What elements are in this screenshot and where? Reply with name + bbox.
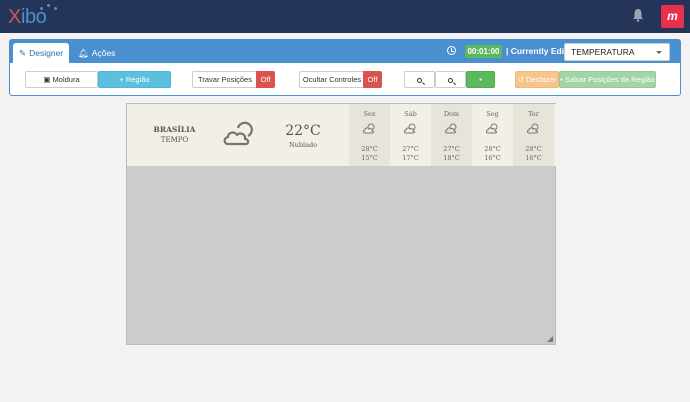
forecast-day-name: Dom	[443, 110, 460, 118]
weather-subtitle: TEMPO	[160, 136, 189, 144]
forecast-day-name: Ter	[528, 110, 539, 118]
tab-acoes-label: Ações	[91, 48, 116, 58]
forecast-day-name: Seg	[486, 110, 499, 118]
chevron-down-icon	[656, 51, 662, 54]
forecast-high: 28°C	[484, 145, 501, 153]
add-region-button[interactable]: + Região	[98, 71, 171, 88]
hide-controls-toggle[interactable]: Off	[363, 71, 382, 88]
designer-panel: ✎ Designer 🔔︎ Ações 00:01:00 | Currently E…	[9, 39, 681, 96]
notification-bell-icon[interactable]	[632, 8, 644, 22]
forecast-high: 28°C	[361, 145, 378, 153]
resize-handle-icon[interactable]	[547, 336, 553, 342]
partly-cloudy-icon	[404, 123, 416, 134]
clock-icon	[447, 46, 456, 55]
moldura-button[interactable]: ▣ Moldura	[25, 71, 98, 88]
forecast-high: 28°C	[525, 145, 542, 153]
zoom-out-icon	[448, 77, 453, 83]
forecast-day: Ter 28°C 16°C	[513, 104, 554, 166]
lock-positions-button[interactable]: Travar Posições	[192, 71, 257, 88]
forecast-low: 16°C	[525, 154, 542, 162]
partly-cloudy-icon	[486, 123, 498, 134]
zoom-out-button[interactable]	[435, 71, 466, 88]
forecast-day: Sáb 27°C 17°C	[390, 104, 431, 166]
save-region-positions-button[interactable]: ▪ Salvar Posições da Região	[559, 71, 656, 88]
forecast-low: 15°C	[361, 154, 378, 162]
layout-select-value: TEMPERATURA	[571, 47, 635, 57]
undo-button[interactable]: ↺ Desfazer	[515, 71, 559, 88]
edit-icon: ✎	[19, 48, 27, 58]
undo-label: Desfazer	[526, 75, 557, 84]
forecast-day: Sex 28°C 15°C	[349, 104, 390, 166]
current-temperature: 22°C	[285, 123, 321, 139]
hide-controls-button[interactable]: Ocultar Controles	[299, 71, 364, 88]
forecast-high: 27°C	[402, 145, 419, 153]
moldura-label: Moldura	[52, 75, 80, 84]
partly-cloudy-icon	[527, 123, 539, 134]
layout-preview[interactable]: BRASÍLIA TEMPO 22°C Nublado Sex 28°C 15°…	[126, 103, 557, 345]
save-region-label: Salvar Posições da Região	[564, 75, 655, 84]
undo-icon: ↺	[517, 75, 527, 84]
bell-icon: 🔔︎	[78, 48, 89, 58]
avatar-letter: m	[667, 9, 678, 23]
tab-designer-label: Designer	[29, 48, 64, 58]
forecast-day-name: Sáb	[404, 110, 417, 118]
forecast-low: 16°C	[484, 154, 501, 162]
user-avatar[interactable]: m	[661, 5, 684, 28]
zoom-in-button[interactable]	[404, 71, 435, 88]
partly-cloudy-icon	[445, 123, 457, 134]
forecast-low: 17°C	[402, 154, 419, 162]
forecast-low: 18°C	[443, 154, 460, 162]
logo-dots-icon	[38, 4, 60, 12]
current-condition: Nublado	[288, 141, 318, 149]
weather-region[interactable]: BRASÍLIA TEMPO 22°C Nublado Sex 28°C 15°…	[127, 104, 557, 166]
city-name: BRASÍLIA	[153, 125, 196, 134]
zoom-in-icon	[417, 77, 422, 83]
forecast-day-name: Sex	[363, 110, 376, 118]
forecast-day: Seg 28°C 16°C	[472, 104, 513, 166]
panel-header: ✎ Designer 🔔︎ Ações 00:01:00 | Currently E…	[10, 40, 680, 63]
forecast-high: 27°C	[443, 145, 460, 153]
lock-positions-toggle[interactable]: Off	[256, 71, 275, 88]
tab-designer[interactable]: ✎ Designer	[13, 43, 70, 63]
duration-badge: 00:01:00	[465, 45, 502, 58]
top-navbar: X ibo m	[0, 0, 690, 33]
image-icon: ▣	[43, 75, 53, 84]
layout-select[interactable]: TEMPERATURA	[564, 43, 670, 61]
partly-cloudy-icon	[363, 123, 375, 134]
forecast-day: Dom 27°C 18°C	[431, 104, 472, 166]
save-button[interactable]: ▪	[466, 71, 495, 88]
save-icon: ▪	[479, 75, 482, 84]
logo-x-letter: X	[8, 6, 22, 28]
tab-acoes[interactable]: 🔔︎ Ações	[72, 43, 121, 63]
cloudy-night-icon	[223, 121, 253, 146]
